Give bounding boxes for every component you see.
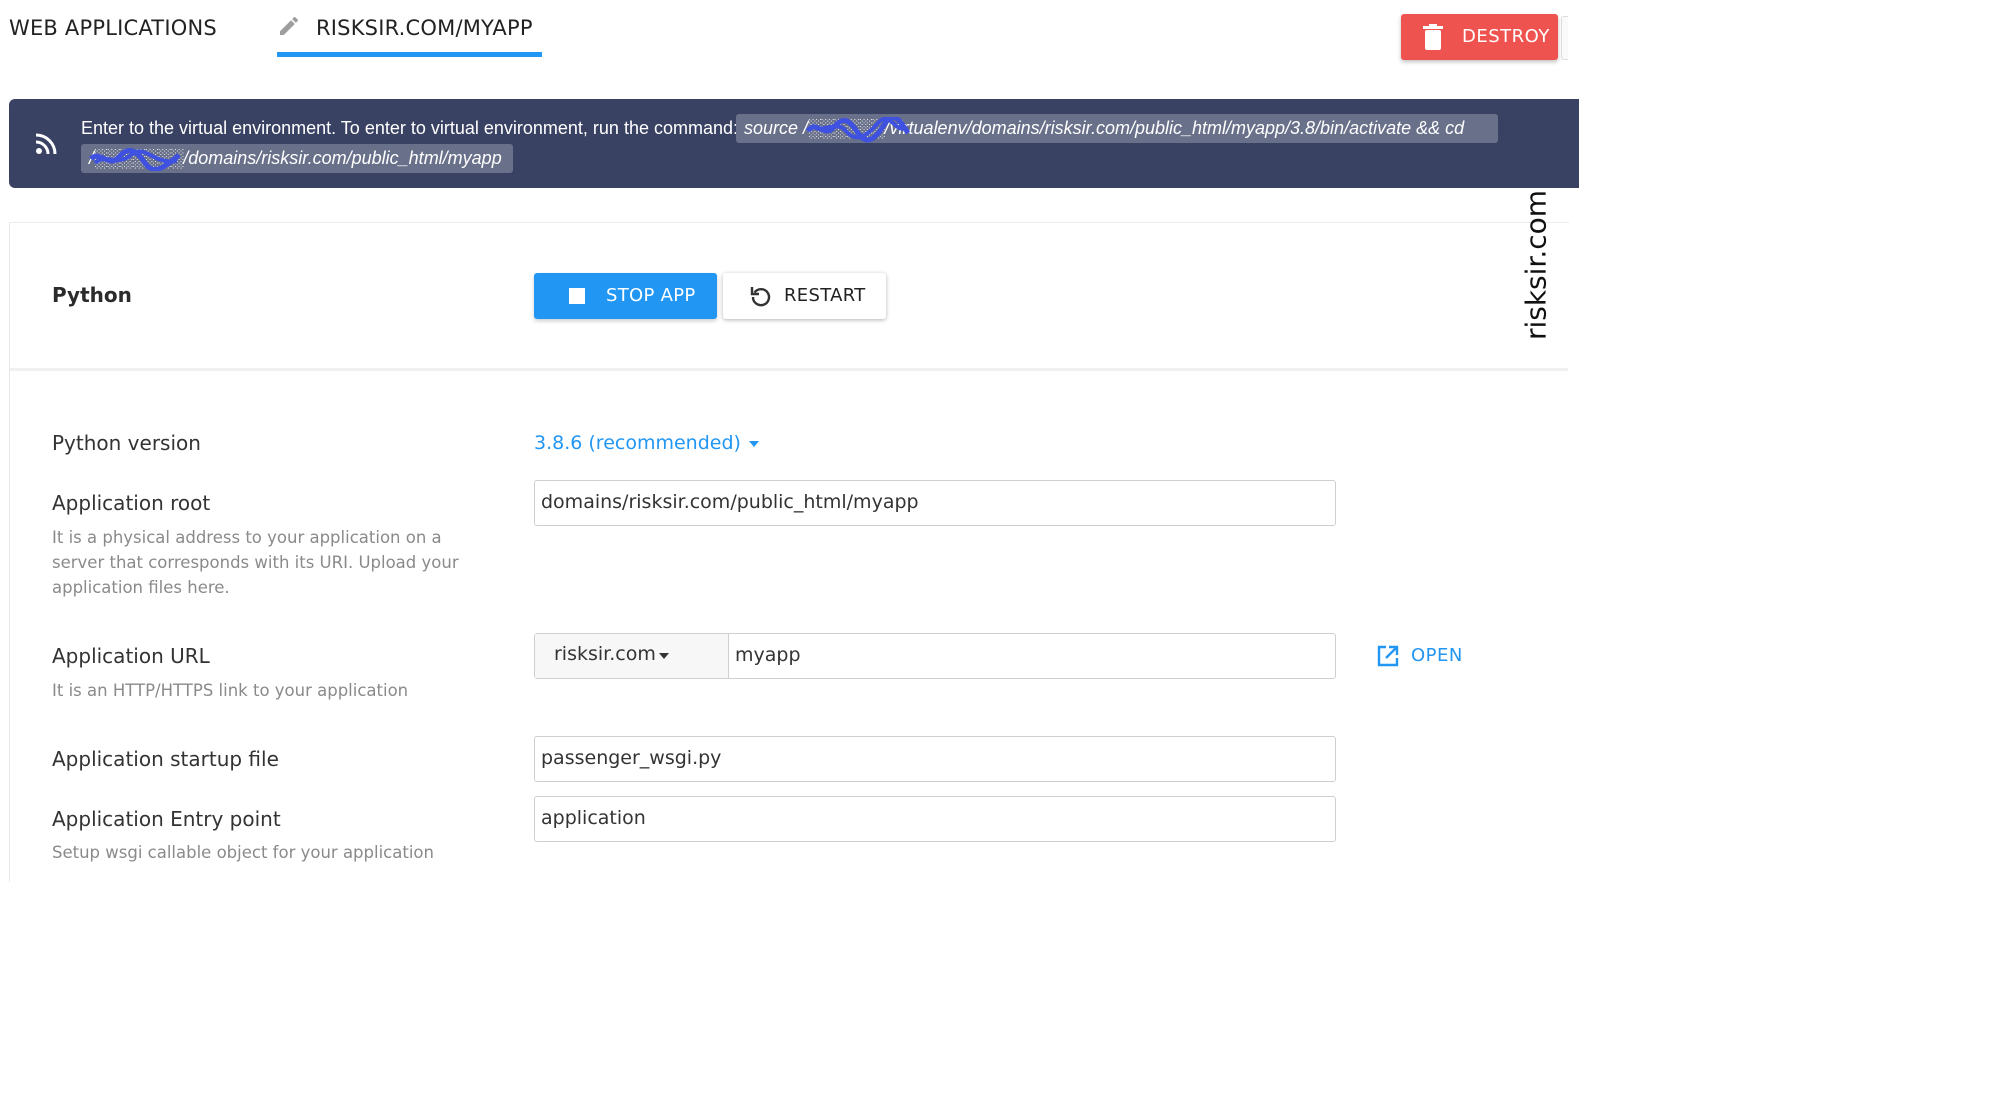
entry-point-label: Application Entry point — [52, 807, 281, 831]
trash-icon — [1423, 24, 1443, 50]
redaction-scribble-1 — [806, 117, 910, 143]
app-root-input[interactable]: domains/risksir.com/public_html/myapp — [534, 480, 1336, 526]
startup-file-input[interactable]: passenger_wsgi.py — [534, 736, 1336, 782]
breadcrumb-web-applications[interactable]: WEB APPLICATIONS — [9, 16, 217, 40]
chevron-down-icon — [659, 653, 669, 659]
venv-info-banner: Enter to the virtual environment. To ent… — [9, 99, 1579, 188]
stop-app-button[interactable]: STOP APP — [534, 273, 717, 319]
card-divider — [10, 368, 1568, 371]
stop-app-label: STOP APP — [606, 285, 696, 306]
banner-message: Enter to the virtual environment. To ent… — [81, 118, 738, 138]
redaction-scribble-2 — [89, 147, 181, 171]
tab-label: RISKSIR.COM/MYAPP — [316, 16, 533, 40]
pencil-icon — [280, 16, 299, 35]
restart-icon — [750, 287, 771, 307]
watermark: risksir.com — [1512, 190, 1560, 340]
next-button-edge — [1561, 16, 1568, 60]
domain-value: risksir.com — [554, 643, 656, 665]
rss-icon — [35, 133, 57, 155]
python-version-label: Python version — [52, 431, 201, 455]
chevron-down-icon — [748, 440, 759, 447]
app-url-field-group: risksir.com myapp — [534, 633, 1336, 679]
restart-button[interactable]: RESTART — [723, 273, 886, 319]
entry-point-value: application — [541, 807, 646, 829]
startup-file-value: passenger_wsgi.py — [541, 747, 722, 769]
destroy-label: DESTROY — [1462, 26, 1550, 47]
app-root-hint: It is a physical address to your applica… — [52, 528, 459, 597]
url-path-value: myapp — [735, 644, 801, 666]
top-bar: WEB APPLICATIONS RISKSIR.COM/MYAPP — [0, 0, 1568, 60]
app-url-label: Application URL — [52, 644, 210, 668]
restart-label: RESTART — [784, 285, 866, 306]
domain-select[interactable]: risksir.com — [535, 634, 729, 678]
url-path-input[interactable]: myapp — [730, 634, 1335, 678]
entry-point-input[interactable]: application — [534, 796, 1336, 842]
startup-file-label: Application startup file — [52, 747, 279, 771]
stop-square-icon — [569, 288, 585, 304]
entry-point-hint: Setup wsgi callable object for your appl… — [52, 843, 434, 862]
open-label: OPEN — [1411, 645, 1463, 666]
python-version-value: 3.8.6 (recommended) — [534, 432, 741, 454]
destroy-button[interactable]: DESTROY — [1401, 14, 1558, 60]
app-root-label: Application root — [52, 491, 211, 515]
section-title-python: Python — [52, 283, 132, 307]
python-version-select[interactable]: 3.8.6 (recommended) — [534, 432, 759, 454]
watermark-text: risksir.com — [1519, 189, 1553, 341]
external-link-icon — [1377, 645, 1399, 667]
tab-app-path[interactable]: RISKSIR.COM/MYAPP — [277, 10, 542, 57]
app-root-value: domains/risksir.com/public_html/myapp — [541, 491, 919, 513]
app-url-hint: It is an HTTP/HTTPS link to your applica… — [52, 681, 409, 700]
